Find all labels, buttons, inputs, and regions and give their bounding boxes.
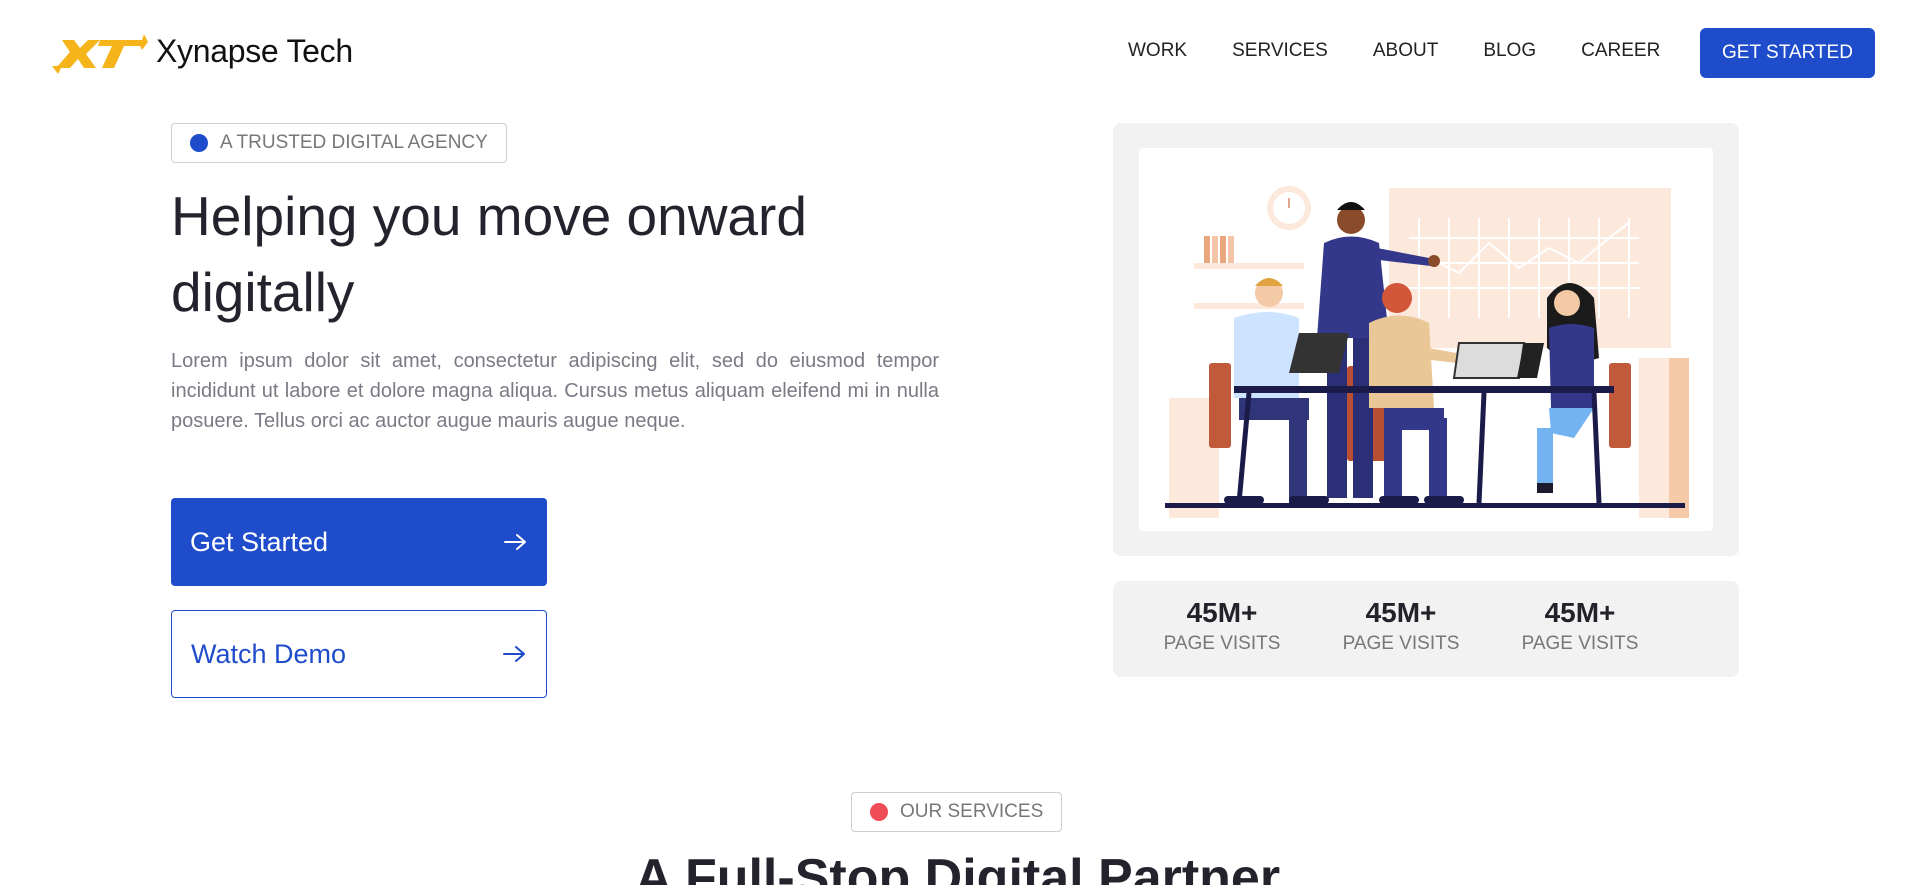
arrow-right-icon — [503, 646, 525, 662]
watch-demo-button[interactable]: Watch Demo — [171, 610, 547, 698]
get-started-button[interactable]: Get Started — [171, 498, 547, 586]
badge-label: OUR SERVICES — [900, 801, 1044, 822]
badge-dot — [190, 134, 208, 152]
get-started-label: Get Started — [190, 526, 329, 557]
hero-title: Helping you move onward digitally — [171, 185, 807, 323]
badge-dot — [870, 803, 888, 821]
stat-value: 45M+ — [1544, 597, 1616, 628]
stats-card: 45M+ PAGE VISITS 45M+ PAGE VISITS 45M+ P… — [1113, 581, 1739, 677]
nav-item-career[interactable]: CAREER — [1581, 40, 1660, 62]
brand-name: Xynapse Tech — [156, 32, 353, 69]
our-services-badge: OUR SERVICES — [851, 792, 1063, 832]
watch-demo-label: Watch Demo — [191, 638, 347, 669]
logo[interactable]: Xynapse Tech — [52, 28, 353, 74]
stat-item: 45M+ PAGE VISITS — [1321, 595, 1481, 655]
main-nav: WORK SERVICES ABOUT BLOG CAREER — [1128, 40, 1660, 62]
trusted-agency-badge: A TRUSTED DIGITAL AGENCY — [171, 123, 507, 163]
badge-label: A TRUSTED DIGITAL AGENCY — [220, 132, 488, 153]
services-title: A Full-Stop Digital Partner — [634, 849, 1281, 885]
nav-item-work[interactable]: WORK — [1128, 40, 1187, 62]
nav-item-about[interactable]: ABOUT — [1373, 40, 1438, 62]
stat-value: 45M+ — [1186, 597, 1258, 628]
stat-item: 45M+ PAGE VISITS — [1500, 595, 1660, 655]
team-meeting-illustration — [1165, 186, 1689, 518]
stat-label: PAGE VISITS — [1163, 633, 1281, 654]
stat-value: 45M+ — [1365, 597, 1437, 628]
stat-label: PAGE VISITS — [1342, 633, 1460, 654]
stat-item: 45M+ PAGE VISITS — [1142, 595, 1302, 655]
xt-logo-icon — [52, 34, 148, 74]
header-get-started-button[interactable]: GET STARTED — [1700, 28, 1875, 78]
page: Xynapse Tech WORK SERVICES ABOUT BLOG CA… — [0, 0, 1915, 885]
stat-label: PAGE VISITS — [1521, 633, 1639, 654]
arrow-right-icon — [504, 534, 526, 550]
hero-description: Lorem ipsum dolor sit amet, consectetur … — [171, 350, 939, 432]
illustration-card — [1113, 123, 1739, 556]
nav-item-services[interactable]: SERVICES — [1232, 40, 1328, 62]
nav-item-blog[interactable]: BLOG — [1483, 40, 1536, 62]
site-header: Xynapse Tech WORK SERVICES ABOUT BLOG CA… — [0, 0, 1915, 104]
illustration-frame — [1139, 148, 1713, 531]
